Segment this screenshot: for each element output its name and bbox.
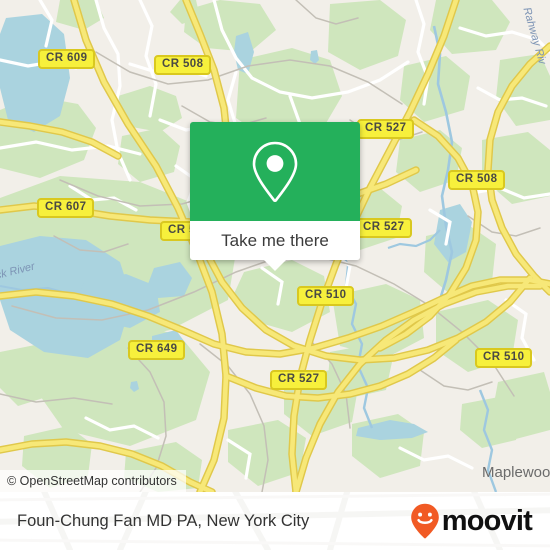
- road-shield[interactable]: CR 508: [154, 55, 212, 75]
- moovit-wordmark: moovit: [441, 504, 533, 537]
- road-shield[interactable]: CR 609: [38, 49, 96, 69]
- road-shield[interactable]: CR 510: [475, 348, 533, 368]
- road-shield[interactable]: CR 527: [270, 370, 328, 390]
- moovit-logo[interactable]: moovit: [410, 503, 533, 539]
- road-shield[interactable]: CR 527: [355, 218, 413, 238]
- road-shield[interactable]: CR 527: [357, 119, 415, 139]
- road-shield[interactable]: CR 649: [128, 340, 186, 360]
- moovit-pin-smile-icon: [410, 503, 439, 539]
- place-title: Foun-Chung Fan MD PA, New York City: [17, 511, 310, 530]
- popup-pointer-tail: [264, 260, 286, 271]
- take-me-there-button[interactable]: Take me there: [190, 221, 360, 260]
- location-popup-card[interactable]: Take me there: [190, 122, 360, 271]
- popup-image-area: [190, 122, 360, 221]
- place-label-maplewood: Maplewood: [482, 464, 550, 481]
- osm-attribution[interactable]: © OpenStreetMap contributors: [0, 470, 186, 492]
- road-shield[interactable]: CR 510: [297, 286, 355, 306]
- bottom-info-bar: Foun-Chung Fan MD PA, New York City moov…: [0, 492, 550, 550]
- road-shield[interactable]: CR 607: [37, 198, 95, 218]
- map-screen: ck River Rahway Riv Maplewood CR 609 CR …: [0, 0, 550, 550]
- take-me-there-label: Take me there: [221, 230, 329, 250]
- road-shield[interactable]: CR 508: [448, 170, 506, 190]
- map-pin-icon: [252, 141, 298, 202]
